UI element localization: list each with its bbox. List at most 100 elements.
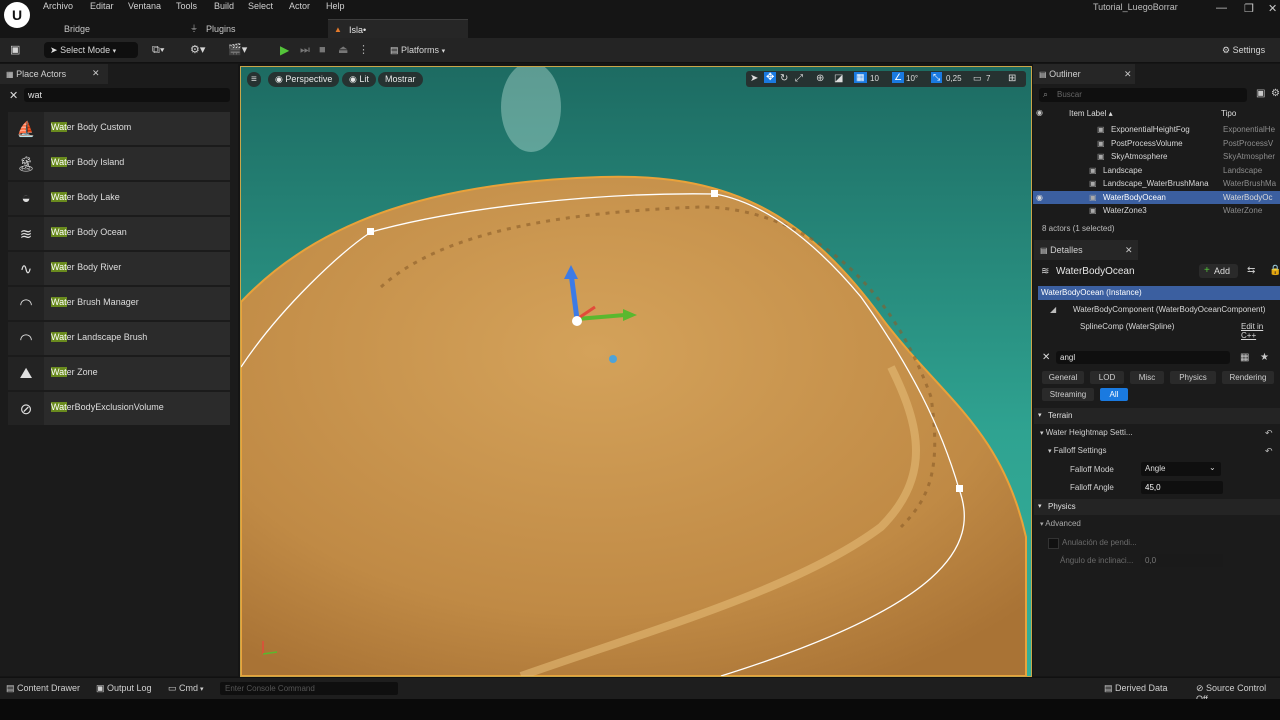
clear-details-search-icon[interactable]: ✕ — [1042, 352, 1050, 363]
filter-all[interactable]: All — [1100, 388, 1128, 401]
scale-tool-icon[interactable]: ⤢ — [795, 73, 803, 84]
unreal-logo-icon[interactable]: U — [4, 2, 30, 28]
derived-data-button[interactable]: ▤ Derived Data — [1104, 683, 1168, 694]
show-button[interactable]: Mostrar — [378, 72, 423, 87]
actor-list-item[interactable]: 🏝 Water Body Island — [8, 147, 230, 180]
close-panel-icon[interactable]: ✕ — [92, 68, 100, 79]
filter-misc[interactable]: Misc — [1130, 371, 1164, 384]
outliner-row[interactable]: ▣ SkyAtmosphere SkyAtmospher — [1033, 150, 1280, 163]
search-input-box[interactable]: wat — [24, 88, 230, 102]
visibility-eye-icon[interactable]: ◉ — [1036, 191, 1043, 204]
output-log-button[interactable]: ▣ Output Log — [96, 683, 152, 694]
actor-list-item[interactable]: ◠ Water Landscape Brush — [8, 322, 230, 355]
scale-snap-value[interactable]: 0,25 — [946, 74, 962, 83]
content-drawer-button[interactable]: ▤ Content Drawer — [6, 683, 80, 694]
add-actor-icon[interactable]: ⧉▾ — [152, 42, 164, 58]
expand-arrow-icon[interactable]: ◢ — [1050, 305, 1056, 314]
settings-button[interactable]: ⚙ Settings — [1222, 42, 1265, 58]
platforms-dropdown[interactable]: ▤ Platforms ▾ — [390, 42, 445, 58]
camera-speed-icon[interactable]: ▭ — [973, 73, 982, 84]
lock-icon[interactable]: 🔒 — [1269, 265, 1280, 276]
save-icon[interactable]: ▣ — [10, 42, 20, 58]
spline-point[interactable] — [956, 485, 963, 492]
eject-icon[interactable]: ⏏ — [338, 42, 348, 58]
level-viewport[interactable]: ≡ ◉ Perspective ◉ Lit Mostrar ➤ ✥ ↻ ⤢ ⊕ … — [240, 66, 1032, 677]
actor-list-item[interactable]: ⛵ Water Body Custom — [8, 112, 230, 145]
gizmo-center[interactable] — [572, 316, 582, 326]
more-options-icon[interactable]: ⋮ — [358, 42, 369, 58]
maximize-button[interactable]: ❐ — [1244, 2, 1254, 15]
details-search-input[interactable]: angl — [1056, 351, 1230, 364]
angle-snap-value[interactable]: 10° — [906, 74, 918, 83]
menu-select[interactable]: Select — [248, 1, 273, 11]
outliner-row[interactable]: ▣ ExponentialHeightFog ExponentialHe — [1033, 123, 1280, 136]
visibility-column-icon[interactable]: ◉ — [1036, 108, 1043, 117]
slope-angle-input[interactable]: 0,0 — [1141, 554, 1223, 567]
override-checkbox[interactable] — [1048, 538, 1059, 549]
filter-rendering[interactable]: Rendering — [1222, 371, 1274, 384]
water-body-component[interactable]: WaterBodyComponent (WaterBodyOceanCompon… — [1073, 305, 1265, 314]
tab-bridge[interactable]: Bridge — [52, 19, 172, 38]
edit-in-cpp-link[interactable]: Edit in C++ — [1241, 322, 1280, 340]
actor-sprite[interactable] — [609, 355, 617, 363]
reset-icon[interactable]: ↶ — [1265, 446, 1273, 457]
actor-list-item[interactable]: ◒ Water Body Lake — [8, 182, 230, 215]
scale-snap-icon[interactable]: ⤡ — [931, 72, 943, 83]
stop-icon[interactable]: ■ — [319, 42, 326, 58]
search-input[interactable]: wat — [28, 90, 42, 100]
maximize-viewport-icon[interactable]: ⊞ — [1008, 73, 1016, 84]
menu-archivo[interactable]: Archivo — [43, 1, 73, 11]
falloff-mode-dropdown[interactable]: Angle ⌄ — [1141, 462, 1221, 476]
grid-snap-value[interactable]: 10 — [870, 74, 879, 83]
outliner-row[interactable]: ▣ Landscape Landscape — [1033, 164, 1280, 177]
falloff-settings-row[interactable]: ▾ Falloff Settings — [1048, 446, 1107, 455]
menu-editar[interactable]: Editar — [90, 1, 114, 11]
clear-search-icon[interactable]: ✕ — [9, 89, 18, 102]
terrain-section[interactable]: ▾ Terrain — [1034, 408, 1280, 424]
falloff-angle-input[interactable]: 45,0 — [1141, 481, 1223, 494]
heightmap-settings-row[interactable]: ▾ Water Heightmap Setti... — [1040, 428, 1133, 437]
play-icon[interactable]: ▶ — [280, 42, 289, 58]
menu-build[interactable]: Build — [214, 1, 234, 11]
advanced-row[interactable]: ▾ Advanced — [1040, 519, 1081, 528]
spline-component[interactable]: SplineComp (WaterSpline) — [1080, 322, 1174, 331]
cinematics-icon[interactable]: 🎬▾ — [228, 42, 247, 58]
camera-speed-value[interactable]: 7 — [986, 74, 990, 83]
tab-plugins[interactable]: ⏚ Plugins — [186, 19, 316, 38]
outliner-settings-icon[interactable]: ⚙ — [1271, 88, 1280, 99]
lit-button[interactable]: ◉ Lit — [342, 72, 376, 87]
outliner-row[interactable]: ▣ Landscape_WaterBrushMana WaterBrushMa — [1033, 177, 1280, 190]
add-component-button[interactable]: + Add — [1199, 264, 1238, 278]
outliner-search-input[interactable]: ⌕ Buscar — [1039, 88, 1247, 102]
perspective-button[interactable]: ◉ Perspective — [268, 72, 340, 87]
filter-lod[interactable]: LOD — [1090, 371, 1124, 384]
actor-list-item[interactable]: ◠ Water Brush Manager — [8, 287, 230, 320]
type-column[interactable]: Tipo — [1221, 109, 1236, 118]
blueprint-convert-icon[interactable]: ⇆ — [1247, 265, 1255, 276]
cmd-dropdown[interactable]: ▭ Cmd ▾ — [168, 683, 204, 694]
minimize-button[interactable]: — — [1216, 2, 1227, 14]
tab-details[interactable]: ▤ Detalles — [1034, 240, 1138, 260]
outliner-row[interactable]: ▣ PostProcessVolume PostProcessV — [1033, 137, 1280, 150]
tab-outliner[interactable]: ▤ Outliner — [1033, 64, 1135, 84]
console-input[interactable]: Enter Console Command — [220, 682, 398, 695]
close-outliner-icon[interactable]: ✕ — [1124, 69, 1132, 80]
tab-level-isla[interactable]: ▲ Isla• — [328, 19, 468, 39]
menu-actor[interactable]: Actor — [289, 1, 310, 11]
translate-tool-icon[interactable]: ✥ — [764, 72, 777, 83]
step-icon[interactable]: ⏭ — [300, 42, 310, 58]
surface-snap-icon[interactable]: ◪ — [834, 73, 843, 84]
blueprint-icon[interactable]: ⚙▾ — [190, 42, 205, 58]
select-mode-dropdown[interactable]: ➤ Select Mode ▾ — [44, 42, 138, 58]
spline-point[interactable] — [711, 190, 718, 197]
star-icon[interactable]: ★ — [1260, 352, 1269, 363]
filter-physics[interactable]: Physics — [1170, 371, 1216, 384]
rotate-tool-icon[interactable]: ↻ — [780, 73, 788, 84]
outliner-row[interactable]: ◉ ▣ WaterBodyOcean WaterBodyOc — [1033, 190, 1280, 204]
folder-add-icon[interactable]: ▣ — [1256, 88, 1265, 99]
viewport-menu-icon[interactable]: ≡ — [247, 72, 261, 87]
world-space-icon[interactable]: ⊕ — [816, 73, 824, 84]
actor-list-item[interactable]: ≋ Water Body Ocean — [8, 217, 230, 250]
outliner-row[interactable]: ▣ WaterZone3 WaterZone — [1033, 204, 1280, 217]
close-window-button[interactable]: ✕ — [1268, 2, 1277, 15]
